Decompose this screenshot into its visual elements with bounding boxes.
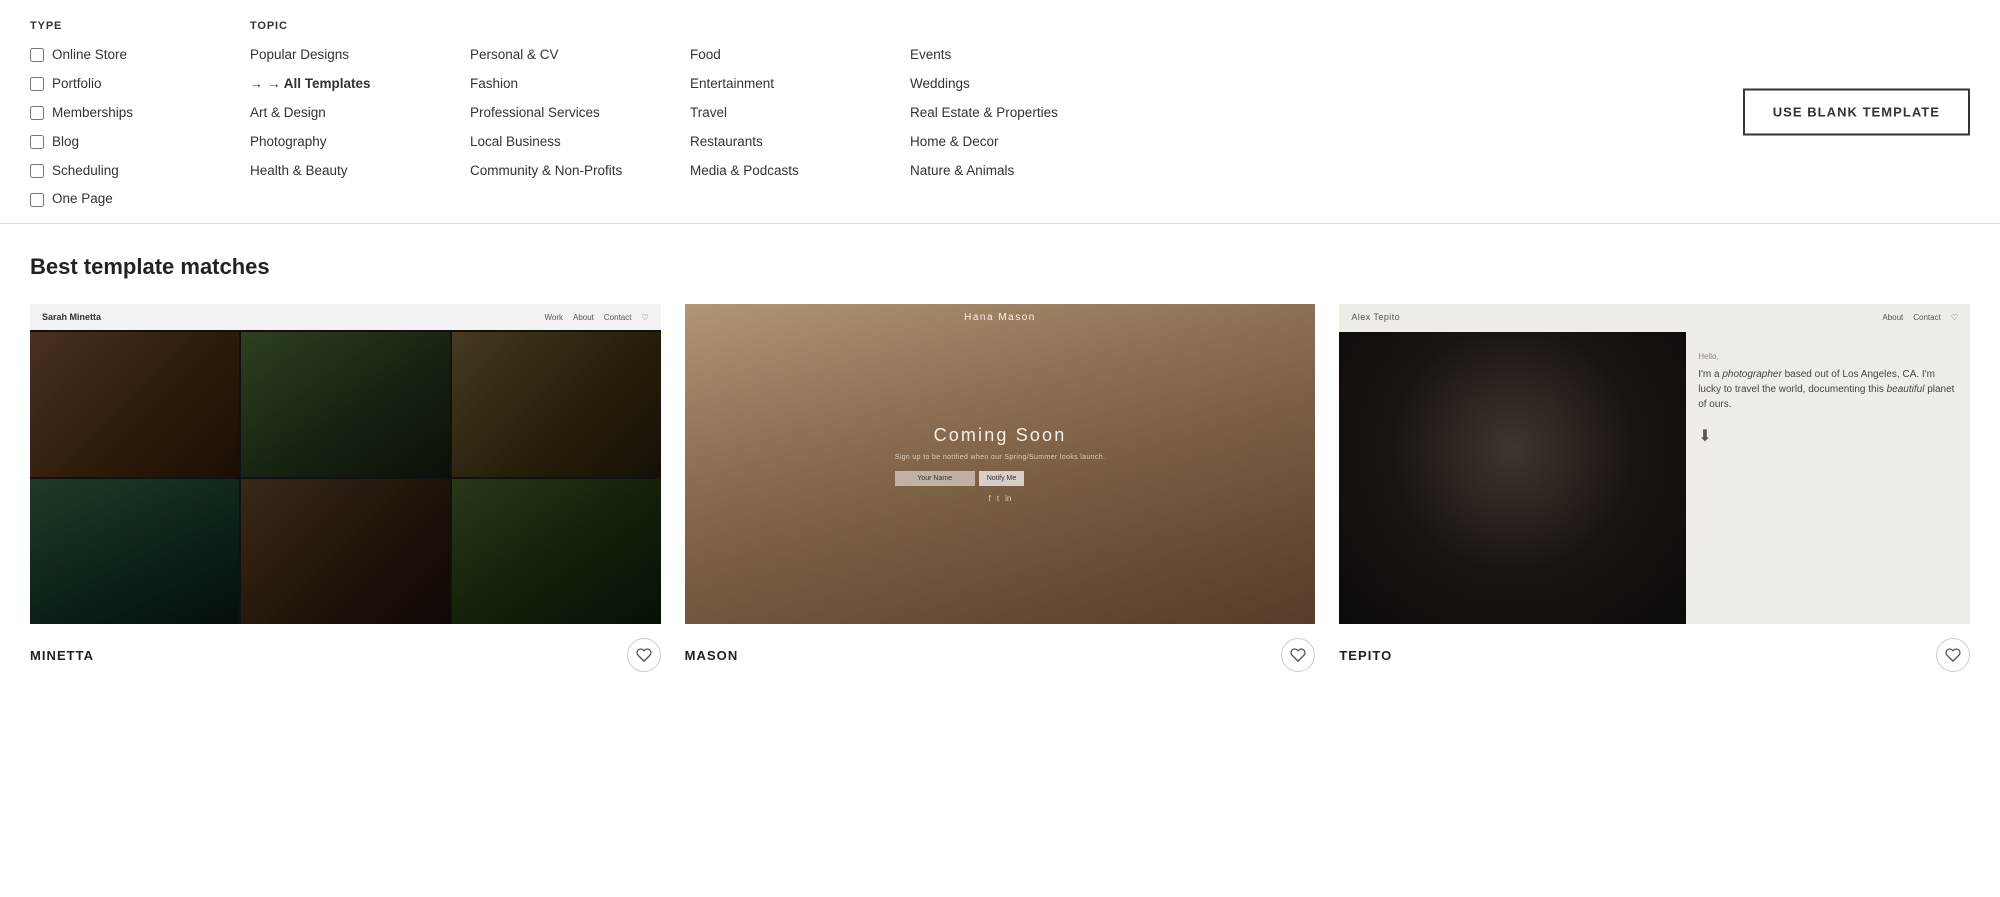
minetta-preview-header: Sarah Minetta Work About Contact ♡ — [30, 304, 661, 330]
mason-preview-content: Coming Soon Sign up to be notified when … — [895, 425, 1106, 503]
tepito-text-area: Hello, I'm a photographer based out of L… — [1686, 332, 1970, 624]
arrow-icon: → — [250, 75, 263, 93]
topic-filter-column-3: TOPIC Food Entertainment Travel Restaura… — [690, 20, 910, 213]
template-preview-mason: Hana Mason Coming Soon Sign up to be not… — [685, 304, 1316, 624]
filter-portfolio-label: Portfolio — [52, 75, 102, 94]
minetta-heart-icon — [636, 647, 652, 663]
mason-preview-wrapper: Hana Mason Coming Soon Sign up to be not… — [685, 304, 1316, 624]
topic-weddings[interactable]: Weddings — [910, 71, 1110, 98]
template-preview-minetta: Sarah Minetta Work About Contact ♡ — [30, 304, 661, 624]
template-card-tepito[interactable]: Alex Tepito About Contact ♡ Hel — [1339, 304, 1970, 672]
minetta-favorite-button[interactable] — [627, 638, 661, 672]
mason-favorite-button[interactable] — [1281, 638, 1315, 672]
mason-input-row: Your Name Notify Me — [895, 471, 1106, 486]
tepito-preview-wrapper: Alex Tepito About Contact ♡ Hel — [1339, 304, 1970, 624]
use-blank-template-button[interactable]: USE BLANK TEMPLATE — [1743, 88, 1970, 135]
tepito-hello: Hello, — [1698, 352, 1958, 361]
mason-subtitle: Sign up to be notified when our Spring/S… — [895, 454, 1106, 461]
topic-filter-column: TOPIC Popular Designs → → All Templates … — [250, 20, 470, 213]
main-content: Best template matches Sarah Minetta Work… — [0, 224, 2000, 702]
checkbox-blog[interactable] — [30, 135, 44, 149]
mason-submit-btn: Notify Me — [979, 471, 1025, 486]
checkbox-memberships[interactable] — [30, 106, 44, 120]
topic-personal-cv[interactable]: Personal & CV — [470, 42, 670, 69]
topic-media-podcasts[interactable]: Media & Podcasts — [690, 158, 890, 185]
templates-grid: Sarah Minetta Work About Contact ♡ — [30, 304, 1970, 672]
minetta-preview-grid — [30, 332, 661, 624]
topic-local-business[interactable]: Local Business — [470, 129, 670, 156]
minetta-preview-nav: Work About Contact ♡ — [544, 313, 648, 322]
mason-preview-logo: Hana Mason — [964, 312, 1036, 323]
type-label: TYPE — [30, 20, 230, 32]
filter-portfolio[interactable]: Portfolio — [30, 71, 230, 98]
checkbox-online-store[interactable] — [30, 48, 44, 62]
filter-one-page-label: One Page — [52, 190, 113, 209]
topic-art-design[interactable]: Art & Design — [250, 100, 450, 127]
minetta-name: MINETTA — [30, 648, 94, 663]
use-blank-label: USE BLANK TEMPLATE — [1773, 104, 1940, 119]
template-card-mason[interactable]: Hana Mason Coming Soon Sign up to be not… — [685, 304, 1316, 672]
tepito-body: Hello, I'm a photographer based out of L… — [1339, 304, 1970, 624]
mason-name: MASON — [685, 648, 739, 663]
type-filter-column: TYPE Online Store Portfolio Memberships … — [30, 20, 250, 213]
tepito-preview-logo: Alex Tepito — [1351, 312, 1400, 322]
checkbox-one-page[interactable] — [30, 193, 44, 207]
topic-food[interactable]: Food — [690, 42, 890, 69]
header-right: MY FAVORITES USE BLANK TEMPLATE — [1798, 20, 1970, 213]
topic-health-beauty[interactable]: Health & Beauty — [250, 158, 450, 185]
topic-all-templates[interactable]: → → All Templates — [250, 71, 450, 98]
mason-social-icons: f t in — [895, 494, 1106, 503]
filter-memberships-label: Memberships — [52, 104, 133, 123]
topic-label: TOPIC — [250, 20, 450, 32]
tepito-preview-header: Alex Tepito About Contact ♡ — [1339, 304, 1970, 330]
mason-heart-icon — [1290, 647, 1306, 663]
topic-real-estate[interactable]: Real Estate & Properties — [910, 100, 1110, 127]
filter-blog[interactable]: Blog — [30, 129, 230, 156]
checkbox-scheduling[interactable] — [30, 164, 44, 178]
template-preview-tepito: Alex Tepito About Contact ♡ Hel — [1339, 304, 1970, 624]
tepito-down-arrow-icon: ⬇ — [1698, 426, 1958, 446]
topic-filter-column-4: TOPIC Events Weddings Real Estate & Prop… — [910, 20, 1130, 213]
tepito-favorite-button[interactable] — [1936, 638, 1970, 672]
minetta-preview-logo: Sarah Minetta — [42, 312, 101, 322]
minetta-footer: MINETTA — [30, 624, 661, 672]
checkbox-portfolio[interactable] — [30, 77, 44, 91]
topic-travel[interactable]: Travel — [690, 100, 890, 127]
filter-online-store-label: Online Store — [52, 46, 127, 65]
filter-online-store[interactable]: Online Store — [30, 42, 230, 69]
mason-coming-soon: Coming Soon — [895, 425, 1106, 446]
topic-photography[interactable]: Photography — [250, 129, 450, 156]
mason-preview-header: Hana Mason — [685, 304, 1316, 331]
template-card-minetta[interactable]: Sarah Minetta Work About Contact ♡ — [30, 304, 661, 672]
filter-blog-label: Blog — [52, 133, 79, 152]
topic-nature-animals[interactable]: Nature & Animals — [910, 158, 1110, 185]
filters-section: TYPE Online Store Portfolio Memberships … — [30, 20, 1970, 213]
filter-one-page[interactable]: One Page — [30, 186, 230, 213]
filter-scheduling-label: Scheduling — [52, 162, 119, 181]
filter-scheduling[interactable]: Scheduling — [30, 158, 230, 185]
topic-entertainment[interactable]: Entertainment — [690, 71, 890, 98]
topic-fashion[interactable]: Fashion — [470, 71, 670, 98]
tepito-footer: TEPITO — [1339, 624, 1970, 672]
topic-filter-column-2: TOPIC Personal & CV Fashion Professional… — [470, 20, 690, 213]
tepito-heart-icon — [1945, 647, 1961, 663]
topic-professional-services[interactable]: Professional Services — [470, 100, 670, 127]
tepito-img-inner — [1339, 332, 1686, 624]
topic-restaurants[interactable]: Restaurants — [690, 129, 890, 156]
topic-community-non-profits[interactable]: Community & Non-Profits — [470, 158, 670, 185]
tepito-name: TEPITO — [1339, 648, 1392, 663]
topic-events[interactable]: Events — [910, 42, 1110, 69]
topic-home-decor[interactable]: Home & Decor — [910, 129, 1110, 156]
topic-popular-designs[interactable]: Popular Designs — [250, 42, 450, 69]
mason-email-input: Your Name — [895, 471, 975, 486]
filter-memberships[interactable]: Memberships — [30, 100, 230, 127]
tepito-preview-nav: About Contact ♡ — [1882, 313, 1958, 322]
filter-bar: TYPE Online Store Portfolio Memberships … — [0, 0, 2000, 224]
mason-footer: MASON — [685, 624, 1316, 672]
tepito-portrait-image — [1339, 332, 1686, 624]
best-matches-title: Best template matches — [30, 254, 1970, 280]
topic-all-templates-label: → All Templates — [267, 75, 371, 94]
tepito-main-text: I'm a photographer based out of Los Ange… — [1698, 367, 1958, 412]
